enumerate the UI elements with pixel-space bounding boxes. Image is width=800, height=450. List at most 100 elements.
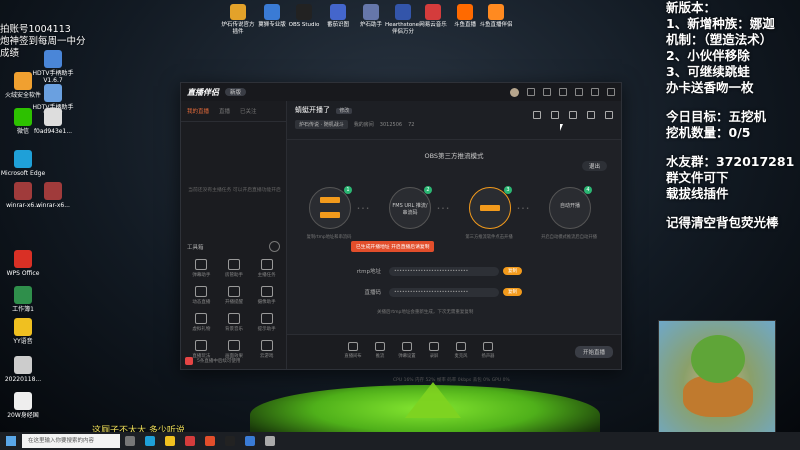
shortcut-icon	[296, 4, 312, 20]
toolbox-item[interactable]: 弹幕助手	[185, 259, 218, 278]
room-label: 我的房间	[353, 122, 374, 128]
desktop-shortcut[interactable]: 炉石助手	[353, 4, 389, 29]
shortcut-label: 翼狮专业版	[258, 22, 286, 28]
app-icon[interactable]	[185, 436, 195, 446]
desktop-shortcut[interactable]: WPS Office	[0, 250, 46, 277]
windows-start-icon[interactable]	[6, 436, 16, 446]
key-row: 直播码 •••••••••••••••••••••••••••• 复制	[341, 287, 522, 297]
toolbox-item[interactable]: 动态直播	[185, 286, 218, 305]
desktop-shortcut[interactable]: 20W身经国	[0, 392, 46, 419]
tool-icon	[260, 259, 273, 270]
tab-following[interactable]: 已关注	[240, 107, 257, 115]
skin-icon[interactable]	[543, 88, 551, 96]
tab-my-live[interactable]: 我的直播	[187, 107, 209, 115]
app-icon[interactable]	[205, 436, 215, 446]
menu-icon[interactable]	[559, 88, 567, 96]
taskbar: 在这里输入你要搜索的内容	[0, 432, 800, 450]
bottom-tool[interactable]: 扬声器	[478, 342, 498, 359]
shortcut-icon	[488, 4, 504, 20]
desktop-shortcut[interactable]: 番茄识图	[320, 4, 356, 29]
toolbox-item[interactable]: 房管助手	[218, 259, 251, 278]
app-logo: 直播伴侣	[187, 87, 219, 97]
version-badge[interactable]: 新版	[225, 88, 247, 96]
tool-icon	[227, 313, 240, 324]
shortcut-icon	[14, 318, 32, 336]
desktop-shortcut[interactable]: f0ad943e1...	[30, 108, 76, 135]
bottom-tool-label: 麦克风	[454, 354, 468, 359]
stream-key-label: 直播码	[364, 290, 381, 296]
desktop-shortcut[interactable]: 20220118...	[0, 356, 46, 383]
tab-live[interactable]: 直播	[219, 107, 230, 115]
bell-icon[interactable]	[587, 111, 595, 119]
stream-key-field[interactable]: ••••••••••••••••••••••••••••	[389, 287, 499, 297]
desktop-shortcut[interactable]: winrar-x6...	[30, 182, 76, 209]
overlay-line: 挖机数量：0/5	[666, 125, 751, 140]
left-panel: 我的直播 直播 已关注 当前还没有主播任务 可以开启直播功能开启 工具箱 弹幕助…	[181, 101, 287, 369]
lock-icon[interactable]	[551, 111, 559, 119]
minimize-icon[interactable]	[575, 88, 583, 96]
toolbox-grid: 弹幕助手 房管助手 主播任务 动态直播 开播提醒 摄像助手 虚拟礼物 背景音乐 提示助手 直播玩法…	[185, 259, 283, 359]
toolbox-item[interactable]: 主播任务	[250, 259, 283, 278]
live-badge-icon	[185, 357, 193, 365]
tool-label: 虚拟礼物	[192, 327, 211, 332]
category-select[interactable]: 炉石传说 · 随机战斗	[295, 120, 348, 129]
copy-key-button[interactable]: 复制	[503, 288, 522, 296]
desktop-shortcut[interactable]: 网易云音乐	[415, 4, 451, 29]
start-live-button[interactable]: 开始直播	[574, 346, 613, 358]
desktop-shortcut[interactable]: 翼狮专业版	[254, 4, 290, 29]
copy-rtmp-button[interactable]: 复制	[503, 267, 522, 275]
step-auto: 4 自动开播	[549, 186, 592, 229]
maximize-icon[interactable]	[591, 88, 599, 96]
close-icon[interactable]	[607, 88, 615, 96]
share-icon[interactable]	[605, 111, 613, 119]
bottom-tool-label: 录屏	[429, 354, 439, 359]
shortcut-label: winrar-x6...	[36, 202, 70, 209]
bottom-tool[interactable]: 直播间布	[343, 342, 363, 359]
bottom-tool-label: 弹幕设置	[398, 354, 416, 359]
app-icon[interactable]	[245, 436, 255, 446]
rtmp-field[interactable]: ••••••••••••••••••••••••••••	[389, 266, 499, 276]
step-fms: 2 FMS URL 推流/串流码	[389, 186, 432, 229]
toolbox-item[interactable]: 云游戏	[250, 340, 283, 359]
rtmp-generated-notice: 已生成开播地址 开启直播后请复制	[351, 241, 435, 252]
toolbox-title: 工具箱	[187, 245, 204, 251]
desktop-shortcut[interactable]: Microsoft Edge	[0, 150, 46, 177]
toolbox-item[interactable]: 虚拟礼物	[185, 313, 218, 332]
tool-icon	[195, 340, 208, 351]
exit-button[interactable]: 退出	[581, 161, 607, 171]
obs-icon[interactable]	[225, 436, 235, 446]
overlay-left-line: 炮神签到每周一中分	[0, 36, 86, 47]
avatar[interactable]	[510, 87, 519, 97]
desktop-shortcut[interactable]: 炉石传说官方插件	[220, 4, 256, 35]
shortcut-icon	[14, 150, 32, 168]
app-icon[interactable]	[265, 436, 275, 446]
step-desc: 第三方推流软件点击开播	[465, 235, 513, 240]
edit-title-button[interactable]: 修改	[336, 108, 353, 114]
status-bar: CPU 16% 内存 52% 帧率 码率 0kbps 丢包 0% GPU 0%	[393, 378, 510, 383]
desktop-shortcut[interactable]: 斗鱼直播伴侣	[478, 4, 514, 29]
gift-icon[interactable]	[533, 111, 541, 119]
bottom-tool[interactable]: 录屏	[424, 342, 444, 359]
shortcut-icon	[330, 4, 346, 20]
tool-icon	[227, 286, 240, 297]
tool-label: 云游戏	[259, 354, 274, 359]
more-tools-icon[interactable]	[269, 241, 280, 252]
taskbar-search-input[interactable]: 在这里输入你要搜索的内容	[22, 434, 120, 448]
bottom-tool[interactable]: 弹幕设置	[397, 342, 417, 359]
bottom-tool[interactable]: 麦克风	[451, 342, 471, 359]
bottom-tool[interactable]: 推流	[370, 342, 390, 359]
file-explorer-icon[interactable]	[165, 436, 175, 446]
task-view-icon[interactable]	[125, 436, 135, 446]
desktop-shortcut[interactable]: OBS Studio	[286, 4, 322, 29]
shortcut-label: Microsoft Edge	[0, 170, 46, 177]
desktop-shortcut[interactable]: YY语音	[0, 318, 46, 345]
toolbox-item[interactable]: 背景音乐	[218, 313, 251, 332]
toolbox-item[interactable]: 提示助手	[250, 313, 283, 332]
toolbox-item[interactable]: 摄像助手	[250, 286, 283, 305]
toolbox-item[interactable]: 开播提醒	[218, 286, 251, 305]
desktop-shortcut[interactable]: 工作簿1	[0, 286, 46, 313]
step-number: 1	[344, 186, 352, 194]
message-icon[interactable]	[527, 88, 535, 96]
screen-icon[interactable]	[569, 111, 577, 119]
edge-icon[interactable]	[145, 436, 155, 446]
